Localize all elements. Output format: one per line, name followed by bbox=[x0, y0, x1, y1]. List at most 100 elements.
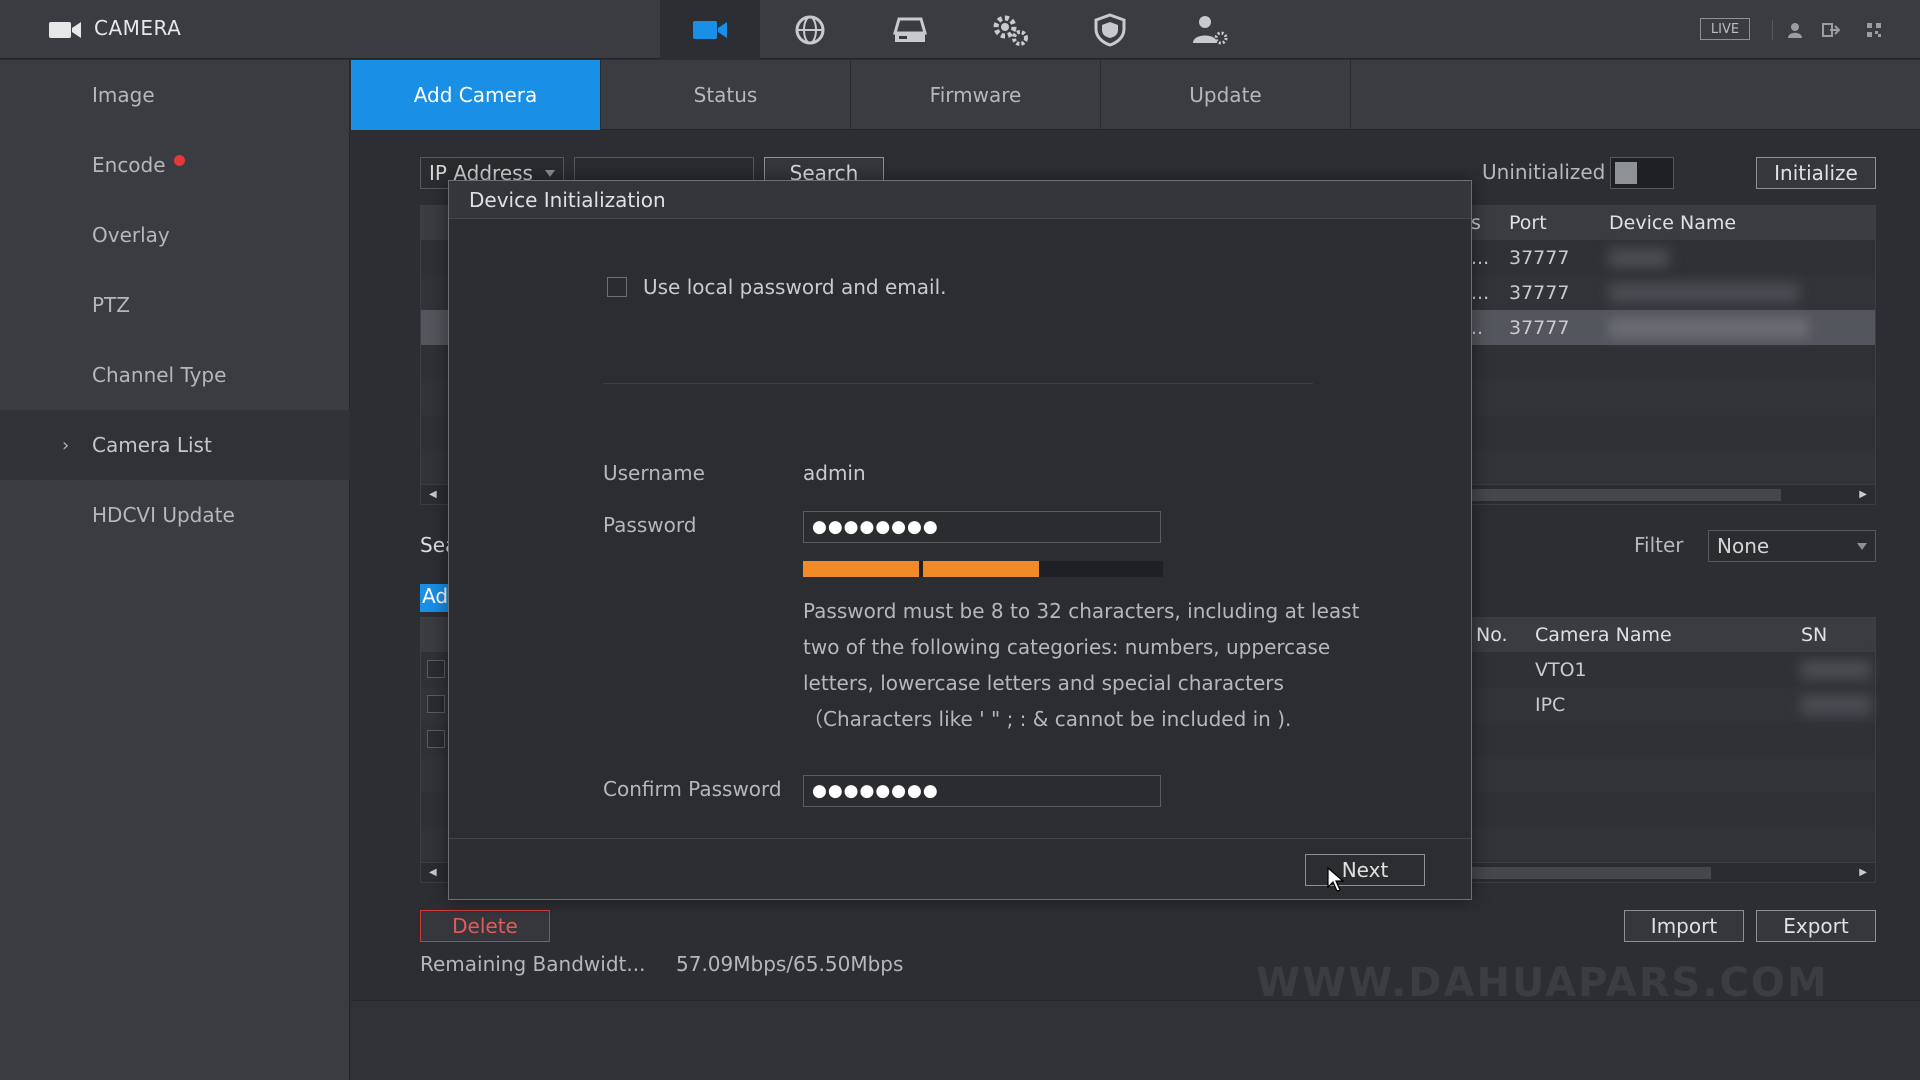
use-local-password-checkbox[interactable] bbox=[607, 277, 627, 297]
confirm-password-input[interactable]: ●●●●●●●● bbox=[803, 775, 1161, 807]
divider bbox=[603, 383, 1313, 384]
scrollbar-thumb[interactable] bbox=[1471, 489, 1781, 501]
row-checkbox[interactable] bbox=[427, 730, 445, 748]
tab-add-camera[interactable]: Add Camera bbox=[351, 60, 601, 130]
camera-icon bbox=[693, 20, 727, 39]
toggle-knob bbox=[1615, 162, 1637, 184]
tab-label: Update bbox=[1189, 83, 1262, 107]
security-shield-icon bbox=[1094, 12, 1126, 47]
device-name-cell-redacted bbox=[1609, 318, 1809, 338]
tab-label: Firmware bbox=[929, 83, 1022, 107]
storage-icon bbox=[893, 17, 927, 42]
network-nav-button[interactable] bbox=[760, 0, 860, 59]
column-header: Camera Name bbox=[1535, 624, 1672, 646]
sidebar-item-encode[interactable]: Encode bbox=[0, 130, 350, 200]
sn-cell-redacted bbox=[1801, 660, 1871, 680]
password-hint: Password must be 8 to 32 characters, inc… bbox=[803, 599, 1360, 731]
sidebar-item-ptz[interactable]: PTZ bbox=[0, 270, 350, 340]
logout-icon bbox=[1822, 23, 1841, 37]
security-nav-button[interactable] bbox=[1060, 0, 1160, 59]
password-strength-bar bbox=[803, 561, 1163, 577]
sidebar-item-label: PTZ bbox=[92, 293, 130, 317]
sidebar-item-label: Encode bbox=[92, 153, 166, 177]
initialize-button[interactable]: Initialize bbox=[1756, 157, 1876, 189]
scroll-left-icon[interactable]: ◀ bbox=[429, 867, 437, 878]
strength-segment-1 bbox=[803, 561, 919, 577]
column-header: Port bbox=[1509, 212, 1547, 234]
sidebar-item-camera-list[interactable]: › Camera List bbox=[0, 410, 350, 480]
sidebar-item-hdcvi-update[interactable]: HDCVI Update bbox=[0, 480, 350, 550]
uninitialized-label: Uninitialized bbox=[1482, 160, 1606, 184]
row-checkbox[interactable] bbox=[427, 660, 445, 678]
mouse-cursor-icon bbox=[1327, 867, 1345, 892]
sidebar-item-label: HDCVI Update bbox=[92, 503, 235, 527]
scroll-left-icon[interactable]: ◀ bbox=[429, 489, 437, 500]
account-nav-button[interactable] bbox=[1160, 0, 1260, 59]
row-checkbox[interactable] bbox=[427, 695, 445, 713]
port-cell: 37777 bbox=[1509, 281, 1570, 304]
delete-button[interactable]: Delete bbox=[420, 910, 550, 942]
camera-name-cell: VTO1 bbox=[1535, 658, 1587, 681]
watermark: WWW.DAHUAPARS.COM bbox=[1256, 960, 1829, 1006]
bandwidth-label: Remaining Bandwidt... bbox=[420, 952, 646, 976]
password-input[interactable]: ●●●●●●●● bbox=[803, 511, 1161, 543]
sn-cell-redacted bbox=[1801, 695, 1871, 715]
chevron-right-icon: › bbox=[62, 434, 70, 456]
column-header: s bbox=[1471, 212, 1481, 234]
dialog-header: Device Initialization bbox=[449, 181, 1471, 219]
camera-name-cell: IPC bbox=[1535, 693, 1566, 716]
import-button[interactable]: Import bbox=[1624, 910, 1744, 942]
port-cell: 37777 bbox=[1509, 316, 1570, 339]
export-button[interactable]: Export bbox=[1756, 910, 1876, 942]
bottom-strip bbox=[351, 1000, 1920, 1080]
notification-dot-icon bbox=[173, 154, 185, 166]
next-button[interactable]: Next bbox=[1305, 854, 1425, 886]
tab-label: Status bbox=[693, 83, 758, 107]
storage-nav-button[interactable] bbox=[860, 0, 960, 59]
network-icon bbox=[795, 15, 825, 44]
camera-nav-button[interactable] bbox=[660, 0, 760, 59]
user-icon bbox=[1788, 23, 1802, 38]
scroll-right-icon[interactable]: ▶ bbox=[1859, 867, 1867, 878]
chevron-down-icon bbox=[1857, 543, 1867, 550]
username-label: Username bbox=[603, 461, 705, 485]
tab-label: Add Camera bbox=[413, 83, 538, 107]
filter-select[interactable]: None bbox=[1708, 530, 1876, 562]
tab-status[interactable]: Status bbox=[601, 60, 851, 130]
top-bar: CAMERA LIVE bbox=[0, 0, 1920, 59]
app-title: CAMERA bbox=[94, 16, 182, 40]
qr-code-button[interactable] bbox=[1862, 18, 1886, 42]
tab-update[interactable]: Update bbox=[1101, 60, 1351, 130]
dialog-footer-divider bbox=[449, 838, 1471, 839]
user-button[interactable] bbox=[1783, 18, 1807, 42]
live-view-button[interactable]: LIVE bbox=[1700, 18, 1750, 40]
status-cell: ... bbox=[1471, 246, 1490, 269]
scrollbar-thumb[interactable] bbox=[1471, 867, 1711, 879]
system-settings-icon bbox=[993, 15, 1028, 46]
system-nav-button[interactable] bbox=[960, 0, 1060, 59]
separator bbox=[1772, 20, 1773, 40]
tab-firmware[interactable]: Firmware bbox=[851, 60, 1101, 130]
uninitialized-toggle[interactable] bbox=[1610, 157, 1674, 189]
device-name-cell-redacted bbox=[1609, 283, 1799, 303]
username-value: admin bbox=[803, 461, 866, 485]
logout-button[interactable] bbox=[1820, 18, 1844, 42]
use-local-password-label: Use local password and email. bbox=[643, 275, 947, 299]
sidebar-item-label: Image bbox=[92, 83, 155, 107]
filter-label: Filter bbox=[1634, 533, 1684, 557]
sidebar-item-channel-type[interactable]: Channel Type bbox=[0, 340, 350, 410]
sidebar-item-image[interactable]: Image bbox=[0, 60, 350, 130]
status-cell: ... bbox=[1471, 281, 1490, 304]
sidebar-item-label: Channel Type bbox=[92, 363, 227, 387]
tab-bar: Add Camera Status Firmware Update bbox=[351, 60, 1920, 130]
sidebar-item-overlay[interactable]: Overlay bbox=[0, 200, 350, 270]
scroll-right-icon[interactable]: ▶ bbox=[1859, 489, 1867, 500]
bandwidth-value: 57.09Mbps/65.50Mbps bbox=[676, 952, 904, 976]
strength-segment-2 bbox=[923, 561, 1039, 577]
add-button[interactable]: Ad bbox=[420, 584, 450, 612]
status-cell: .. bbox=[1471, 316, 1484, 339]
camera-logo-icon bbox=[49, 22, 81, 38]
sidebar-item-label: Overlay bbox=[92, 223, 170, 247]
qr-code-icon bbox=[1867, 23, 1881, 37]
device-initialization-dialog: Device Initialization Use local password… bbox=[448, 180, 1472, 900]
